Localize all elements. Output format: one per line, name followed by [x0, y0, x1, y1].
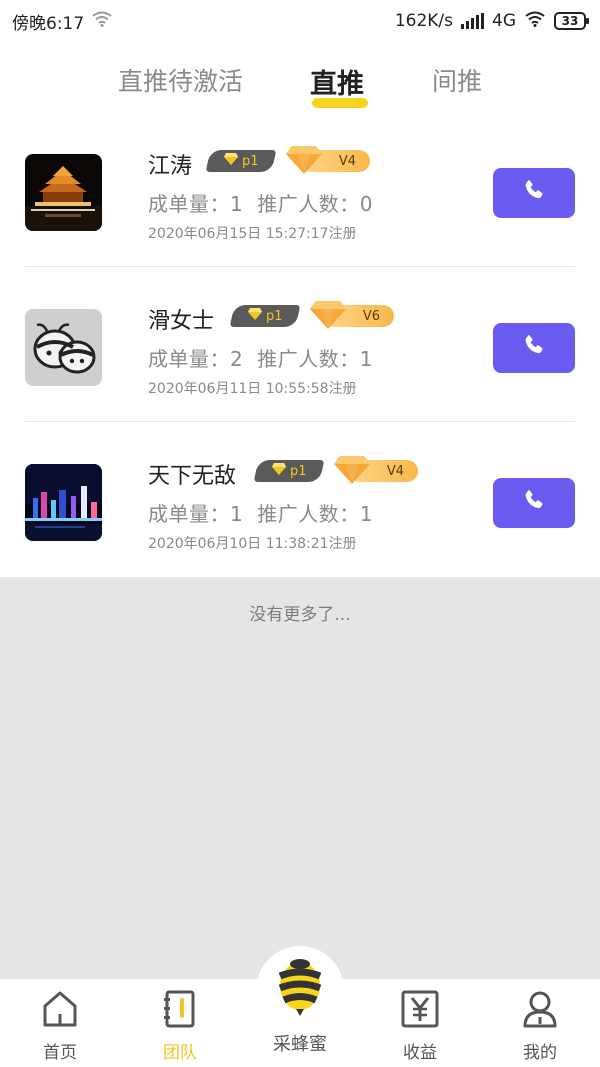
avatar — [25, 464, 102, 541]
net-speed: 162K/s — [394, 11, 453, 31]
user-icon — [522, 991, 558, 1032]
p-level-text: p1 — [265, 308, 283, 324]
phone-icon — [521, 488, 547, 518]
p-level-badge: p1 — [205, 150, 277, 172]
v-level-badge: V4 — [334, 456, 418, 484]
orders-label: 成单量： — [148, 502, 230, 526]
nav-collect-honey[interactable]: 采蜂蜜 — [260, 958, 340, 1056]
referrals-count: 1 — [359, 347, 373, 371]
call-button[interactable] — [493, 168, 575, 218]
no-more-text: 没有更多了... — [249, 605, 351, 625]
battery-level: 33 — [561, 14, 579, 28]
avatar — [25, 154, 102, 231]
wifi-icon — [92, 11, 112, 32]
registration-time: 2020年06月10日 11:38:21注册 — [148, 536, 357, 552]
yuan-icon — [401, 990, 439, 1032]
nav-profile-label: 我的 — [523, 1043, 557, 1063]
home-icon — [42, 991, 78, 1032]
referrals-label: 推广人数： — [257, 347, 360, 371]
orders-count: 1 — [230, 192, 244, 216]
nav-home[interactable]: 首页 — [20, 990, 100, 1063]
nav-home-label: 首页 — [43, 1043, 77, 1063]
status-time: 傍晚6:17 — [12, 13, 85, 34]
referrals-label: 推广人数： — [257, 192, 360, 216]
tab-pending-activation[interactable]: 直推待激活 — [118, 42, 243, 98]
registration-time: 2020年06月15日 15:27:17注册 — [148, 226, 357, 242]
team-book-icon — [162, 990, 198, 1032]
tab-direct[interactable]: 直推 — [310, 42, 364, 101]
battery-icon: 33 — [554, 12, 589, 30]
member-list: 江涛 p1 V4 成单量：1 推广人数：0 2020年06月15日 15:27:1… — [0, 112, 600, 577]
v-level-text: V4 — [386, 463, 404, 479]
bee-icon — [276, 959, 324, 1022]
active-tab-indicator — [312, 98, 368, 108]
member-name: 江涛 — [148, 154, 193, 179]
member-name: 天下无敌 — [148, 464, 237, 489]
call-button[interactable] — [493, 323, 575, 373]
gold-gem-icon — [271, 463, 286, 479]
p-level-badge: p1 — [253, 460, 325, 482]
v-level-text: V4 — [338, 153, 356, 169]
nav-team[interactable]: 团队 — [140, 990, 220, 1063]
orders-count: 1 — [230, 502, 244, 526]
nav-earnings-label: 收益 — [403, 1043, 437, 1063]
member-stats: 成单量：1 推广人数：0 — [148, 188, 373, 217]
v-level-badge: V4 — [286, 146, 370, 174]
nav-earnings[interactable]: 收益 — [380, 990, 460, 1063]
referrals-label: 推广人数： — [257, 502, 360, 526]
list-item[interactable]: 江涛 p1 V4 成单量：1 推广人数：0 2020年06月15日 15:27:1… — [0, 112, 600, 267]
wifi-icon — [524, 11, 546, 32]
nav-team-label: 团队 — [163, 1043, 197, 1063]
p-level-badge: p1 — [229, 305, 301, 327]
phone-icon — [521, 333, 547, 363]
referrals-count: 1 — [359, 502, 373, 526]
referrals-count: 0 — [359, 192, 373, 216]
nav-profile[interactable]: 我的 — [500, 990, 580, 1063]
tab-bar: 直推待激活 直推 间推 — [0, 42, 600, 122]
nav-collect-honey-label: 采蜂蜜 — [273, 1034, 327, 1055]
status-bar: 傍晚6:17 162K/s 4G 33 — [0, 0, 600, 42]
member-stats: 成单量：1 推广人数：1 — [148, 498, 373, 527]
orders-count: 2 — [230, 347, 244, 371]
call-button[interactable] — [493, 478, 575, 528]
avatar — [25, 309, 102, 386]
p-level-text: p1 — [289, 463, 307, 479]
member-stats: 成单量：2 推广人数：1 — [148, 343, 373, 372]
gold-gem-icon — [247, 308, 262, 324]
p-level-text: p1 — [241, 153, 259, 169]
list-item[interactable]: 天下无敌 p1 V4 成单量：1 推广人数：1 2020年06月10日 11:38… — [0, 422, 600, 577]
member-name: 滑女士 — [148, 309, 215, 334]
orders-label: 成单量： — [148, 347, 230, 371]
diamond-icon — [310, 299, 346, 333]
v-level-text: V6 — [362, 308, 380, 324]
signal-icon — [461, 13, 484, 29]
list-item[interactable]: 滑女士 p1 V6 成单量：2 推广人数：1 2020年06月11日 10:55:… — [0, 267, 600, 422]
registration-time: 2020年06月11日 10:55:58注册 — [148, 381, 357, 397]
network-type: 4G — [492, 11, 516, 31]
diamond-icon — [286, 144, 322, 178]
orders-label: 成单量： — [148, 192, 230, 216]
diamond-icon — [334, 454, 370, 488]
v-level-badge: V6 — [310, 301, 394, 329]
tab-indirect[interactable]: 间推 — [432, 42, 482, 98]
gold-gem-icon — [223, 153, 238, 169]
phone-icon — [521, 178, 547, 208]
